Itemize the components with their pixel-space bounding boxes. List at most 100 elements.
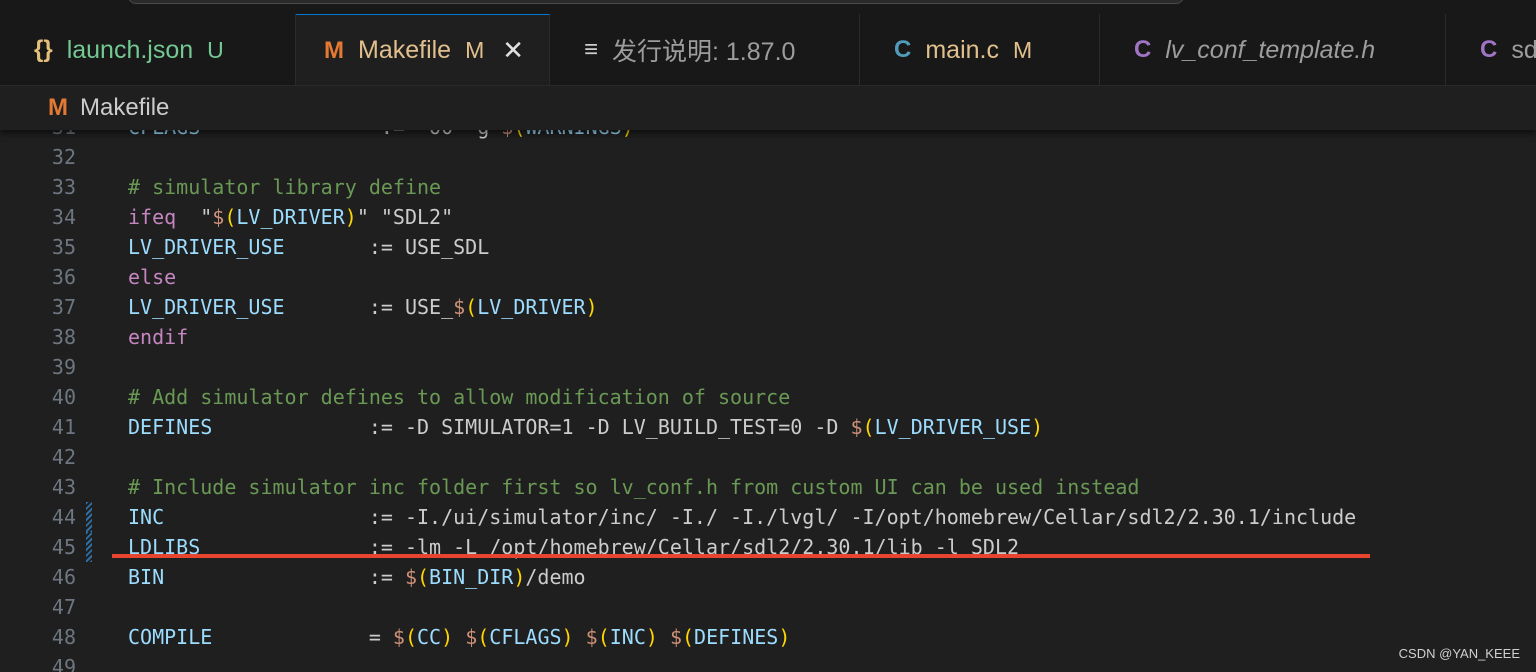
watermark: CSDN @YAN_KEEE [1398,646,1520,661]
code-line[interactable]: 38 endif [0,322,1536,352]
token-txt: " "SDL2" [356,205,454,229]
token-par: ( [224,205,237,229]
tab-label: 发行说明: 1.87.0 [612,38,796,66]
editor-tab-bar: {} launch.json U M Makefile M ✕ ≡ 发行说明: … [0,14,1536,86]
tab-sdl[interactable]: C sdl [1446,14,1536,85]
token-txt: := USE_SDL [284,235,490,259]
token-par: ( [477,625,490,649]
token-var: CFLAGS [489,625,562,649]
token-cmt: # Include simulator inc folder first so … [128,475,1140,499]
token-par: ) [344,205,357,229]
token-par: ) [1031,415,1044,439]
token-txt: = [212,625,393,649]
token-dol: $ [465,625,478,649]
tab-lv-conf-template-h[interactable]: C lv_conf_template.h [1100,14,1446,85]
token-var: LV_DRIVER [236,205,345,229]
code-line[interactable]: 36 else [0,262,1536,292]
code-line[interactable]: 39 [0,352,1536,382]
token-txt: " [176,205,213,229]
token-kw: else [128,265,177,289]
tab-label: sdl [1511,35,1536,64]
token-cmt: # Add simulator defines to allow modific… [128,385,791,409]
token-var: LV_DRIVER_USE [128,235,285,259]
line-number: 45 [51,535,76,559]
token-var: DEFINES [128,415,213,439]
token-par: ) [585,295,598,319]
tab-main-c[interactable]: C main.c M [860,14,1100,85]
token-var: LV_DRIVER [477,295,586,319]
code-line[interactable]: 47 [0,592,1536,622]
git-modified-badge: M [1012,36,1033,63]
line-number: 42 [51,445,76,469]
token-dol: $ [404,565,417,589]
token-txt: /demo [525,565,586,589]
token-var: COMPILE [128,625,213,649]
code-text: else [128,262,176,292]
token-dol: $ [669,625,682,649]
code-line[interactable]: 37 LV_DRIVER_USE := USE_$(LV_DRIVER) [0,292,1536,322]
git-modified-gutter-marker[interactable] [86,502,92,532]
code-text: # Include simulator inc folder first so … [128,472,1139,502]
code-editor[interactable]: 31CFLAGS := -O0 -g $(WARNINGS)3233# simu… [0,110,1536,672]
code-line[interactable]: 34 ifeq "$(LV_DRIVER)" "SDL2" [0,202,1536,232]
breadcrumb: M Makefile [0,86,1536,130]
code-line[interactable]: 46 BIN := $(BIN_DIR)/demo [0,562,1536,592]
line-number: 39 [51,355,76,379]
breadcrumb-item-makefile[interactable]: Makefile [80,94,169,122]
token-dol: $ [850,415,863,439]
code-line[interactable]: 33 # simulator library define [0,172,1536,202]
code-text: LV_DRIVER_USE := USE_$(LV_DRIVER) [128,292,598,322]
code-text: endif [128,322,188,352]
git-untracked-badge: U [207,36,224,63]
tab-label: main.c [925,35,999,64]
close-icon[interactable]: ✕ [502,35,524,66]
token-txt: := -I./ui/simulator/inc/ -I./ -I./lvgl/ … [164,505,1357,529]
token-var: CC [417,625,442,649]
code-line[interactable]: 42 [0,442,1536,472]
token-kw: endif [128,325,189,349]
code-line[interactable]: 41 DEFINES := -D SIMULATOR=1 -D LV_BUILD_… [0,412,1536,442]
token-par: ) [513,565,526,589]
code-line[interactable]: 49 [0,652,1536,672]
token-var: BIN [128,565,165,589]
makefile-icon: M [324,36,344,64]
token-par: ( [682,625,695,649]
token-kw: ifeq [128,205,177,229]
c-header-icon: C [1134,36,1152,63]
token-dol: $ [585,625,598,649]
code-line[interactable]: 32 [0,142,1536,172]
code-line[interactable]: 40 # Add simulator defines to allow modif… [0,382,1536,412]
token-var: LV_DRIVER_USE [128,295,285,319]
code-line[interactable]: 43 # Include simulator inc folder first s… [0,472,1536,502]
token-par: ) [561,625,574,649]
line-number: 34 [51,205,76,229]
line-number: 48 [51,625,76,649]
line-number: 38 [51,325,76,349]
tab-launch-json[interactable]: {} launch.json U [0,14,296,85]
token-cmt: # simulator library define [128,175,442,199]
code-text: # simulator library define [128,172,441,202]
token-par: ) [441,625,454,649]
token-par: ( [597,625,610,649]
token-par: ( [465,295,478,319]
code-text: COMPILE = $(CC) $(CFLAGS) $(INC) $(DEFIN… [128,622,790,652]
line-number: 41 [51,415,76,439]
code-line[interactable]: 48 COMPILE = $(CC) $(CFLAGS) $(INC) $(DEF… [0,622,1536,652]
git-modified-gutter-marker[interactable] [86,532,92,562]
code-text: LV_DRIVER_USE := USE_SDL [128,232,489,262]
code-line[interactable]: 35 LV_DRIVER_USE := USE_SDL [0,232,1536,262]
line-number: 33 [51,175,76,199]
tab-makefile[interactable]: M Makefile M ✕ [296,14,550,85]
line-number: 36 [51,265,76,289]
token-txt: := [164,565,405,589]
token-dol: $ [392,625,405,649]
command-center-search[interactable] [128,0,1184,4]
c-file-icon: C [894,36,912,63]
tab-release-notes[interactable]: ≡ 发行说明: 1.87.0 [550,14,860,85]
code-line[interactable]: 44 INC := -I./ui/simulator/inc/ -I./ -I./… [0,502,1536,532]
line-number: 37 [51,295,76,319]
git-modified-badge: M [465,37,485,63]
line-number: 46 [51,565,76,589]
